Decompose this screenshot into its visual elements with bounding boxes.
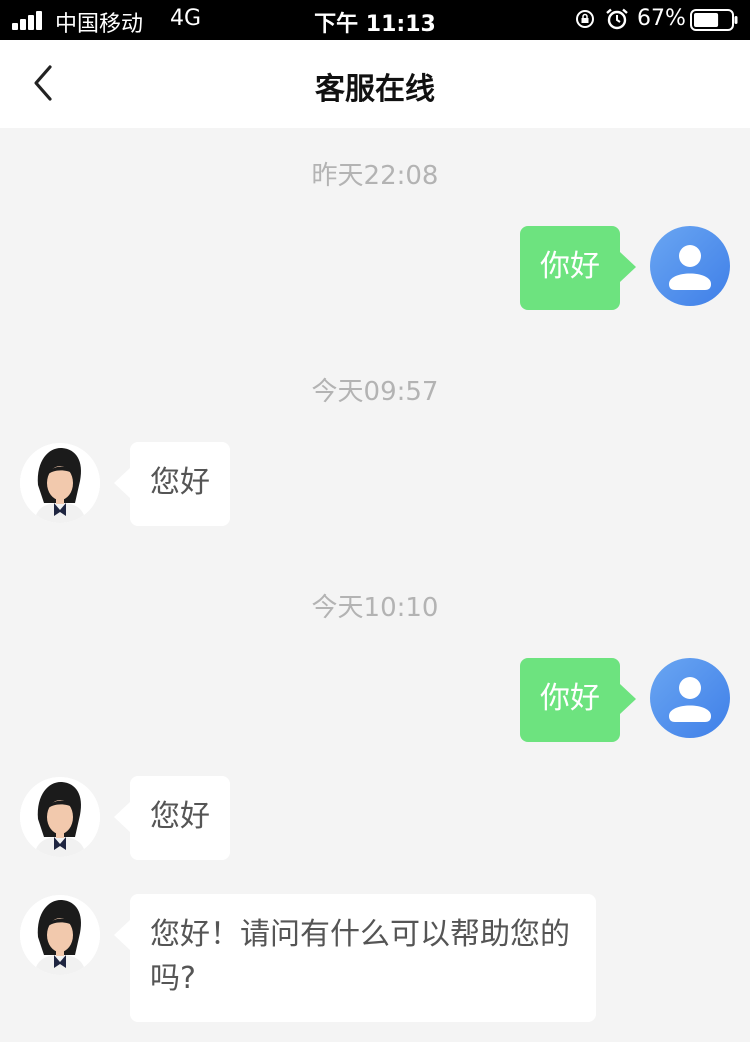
user-silhouette-icon xyxy=(669,677,711,722)
timestamp: 昨天22:08 xyxy=(311,161,439,191)
agent-portrait-icon xyxy=(20,777,100,857)
battery-percent: 67% xyxy=(637,6,686,31)
message-bubble-incoming[interactable]: 您好 xyxy=(114,776,230,860)
timestamp: 今天10:10 xyxy=(311,593,439,623)
orientation-lock-icon xyxy=(576,10,594,28)
agent-portrait-icon xyxy=(20,895,100,975)
agent-avatar[interactable] xyxy=(20,777,100,857)
user-avatar[interactable] xyxy=(650,226,730,306)
page-title: 客服在线 xyxy=(315,72,435,107)
agent-portrait-icon xyxy=(20,443,100,523)
status-bar: 中国移动 4G 下午 11:13 67% xyxy=(0,0,750,40)
user-avatar[interactable] xyxy=(650,658,730,738)
message-bubble-outgoing[interactable]: 你好 xyxy=(520,226,636,310)
alarm-icon xyxy=(606,8,628,30)
agent-avatar[interactable] xyxy=(20,443,100,523)
navigation-bar: 客服在线 xyxy=(0,40,750,128)
message-bubble-incoming[interactable]: 您好 xyxy=(114,442,230,526)
agent-avatar[interactable] xyxy=(20,895,100,975)
user-silhouette-icon xyxy=(669,245,711,290)
timestamp: 今天09:57 xyxy=(311,377,439,407)
message-bubble-incoming[interactable]: 您好！请问有什么可以帮助您的吗? xyxy=(114,894,596,1022)
message-bubble-outgoing[interactable]: 你好 xyxy=(520,658,636,742)
battery-icon xyxy=(690,9,738,31)
